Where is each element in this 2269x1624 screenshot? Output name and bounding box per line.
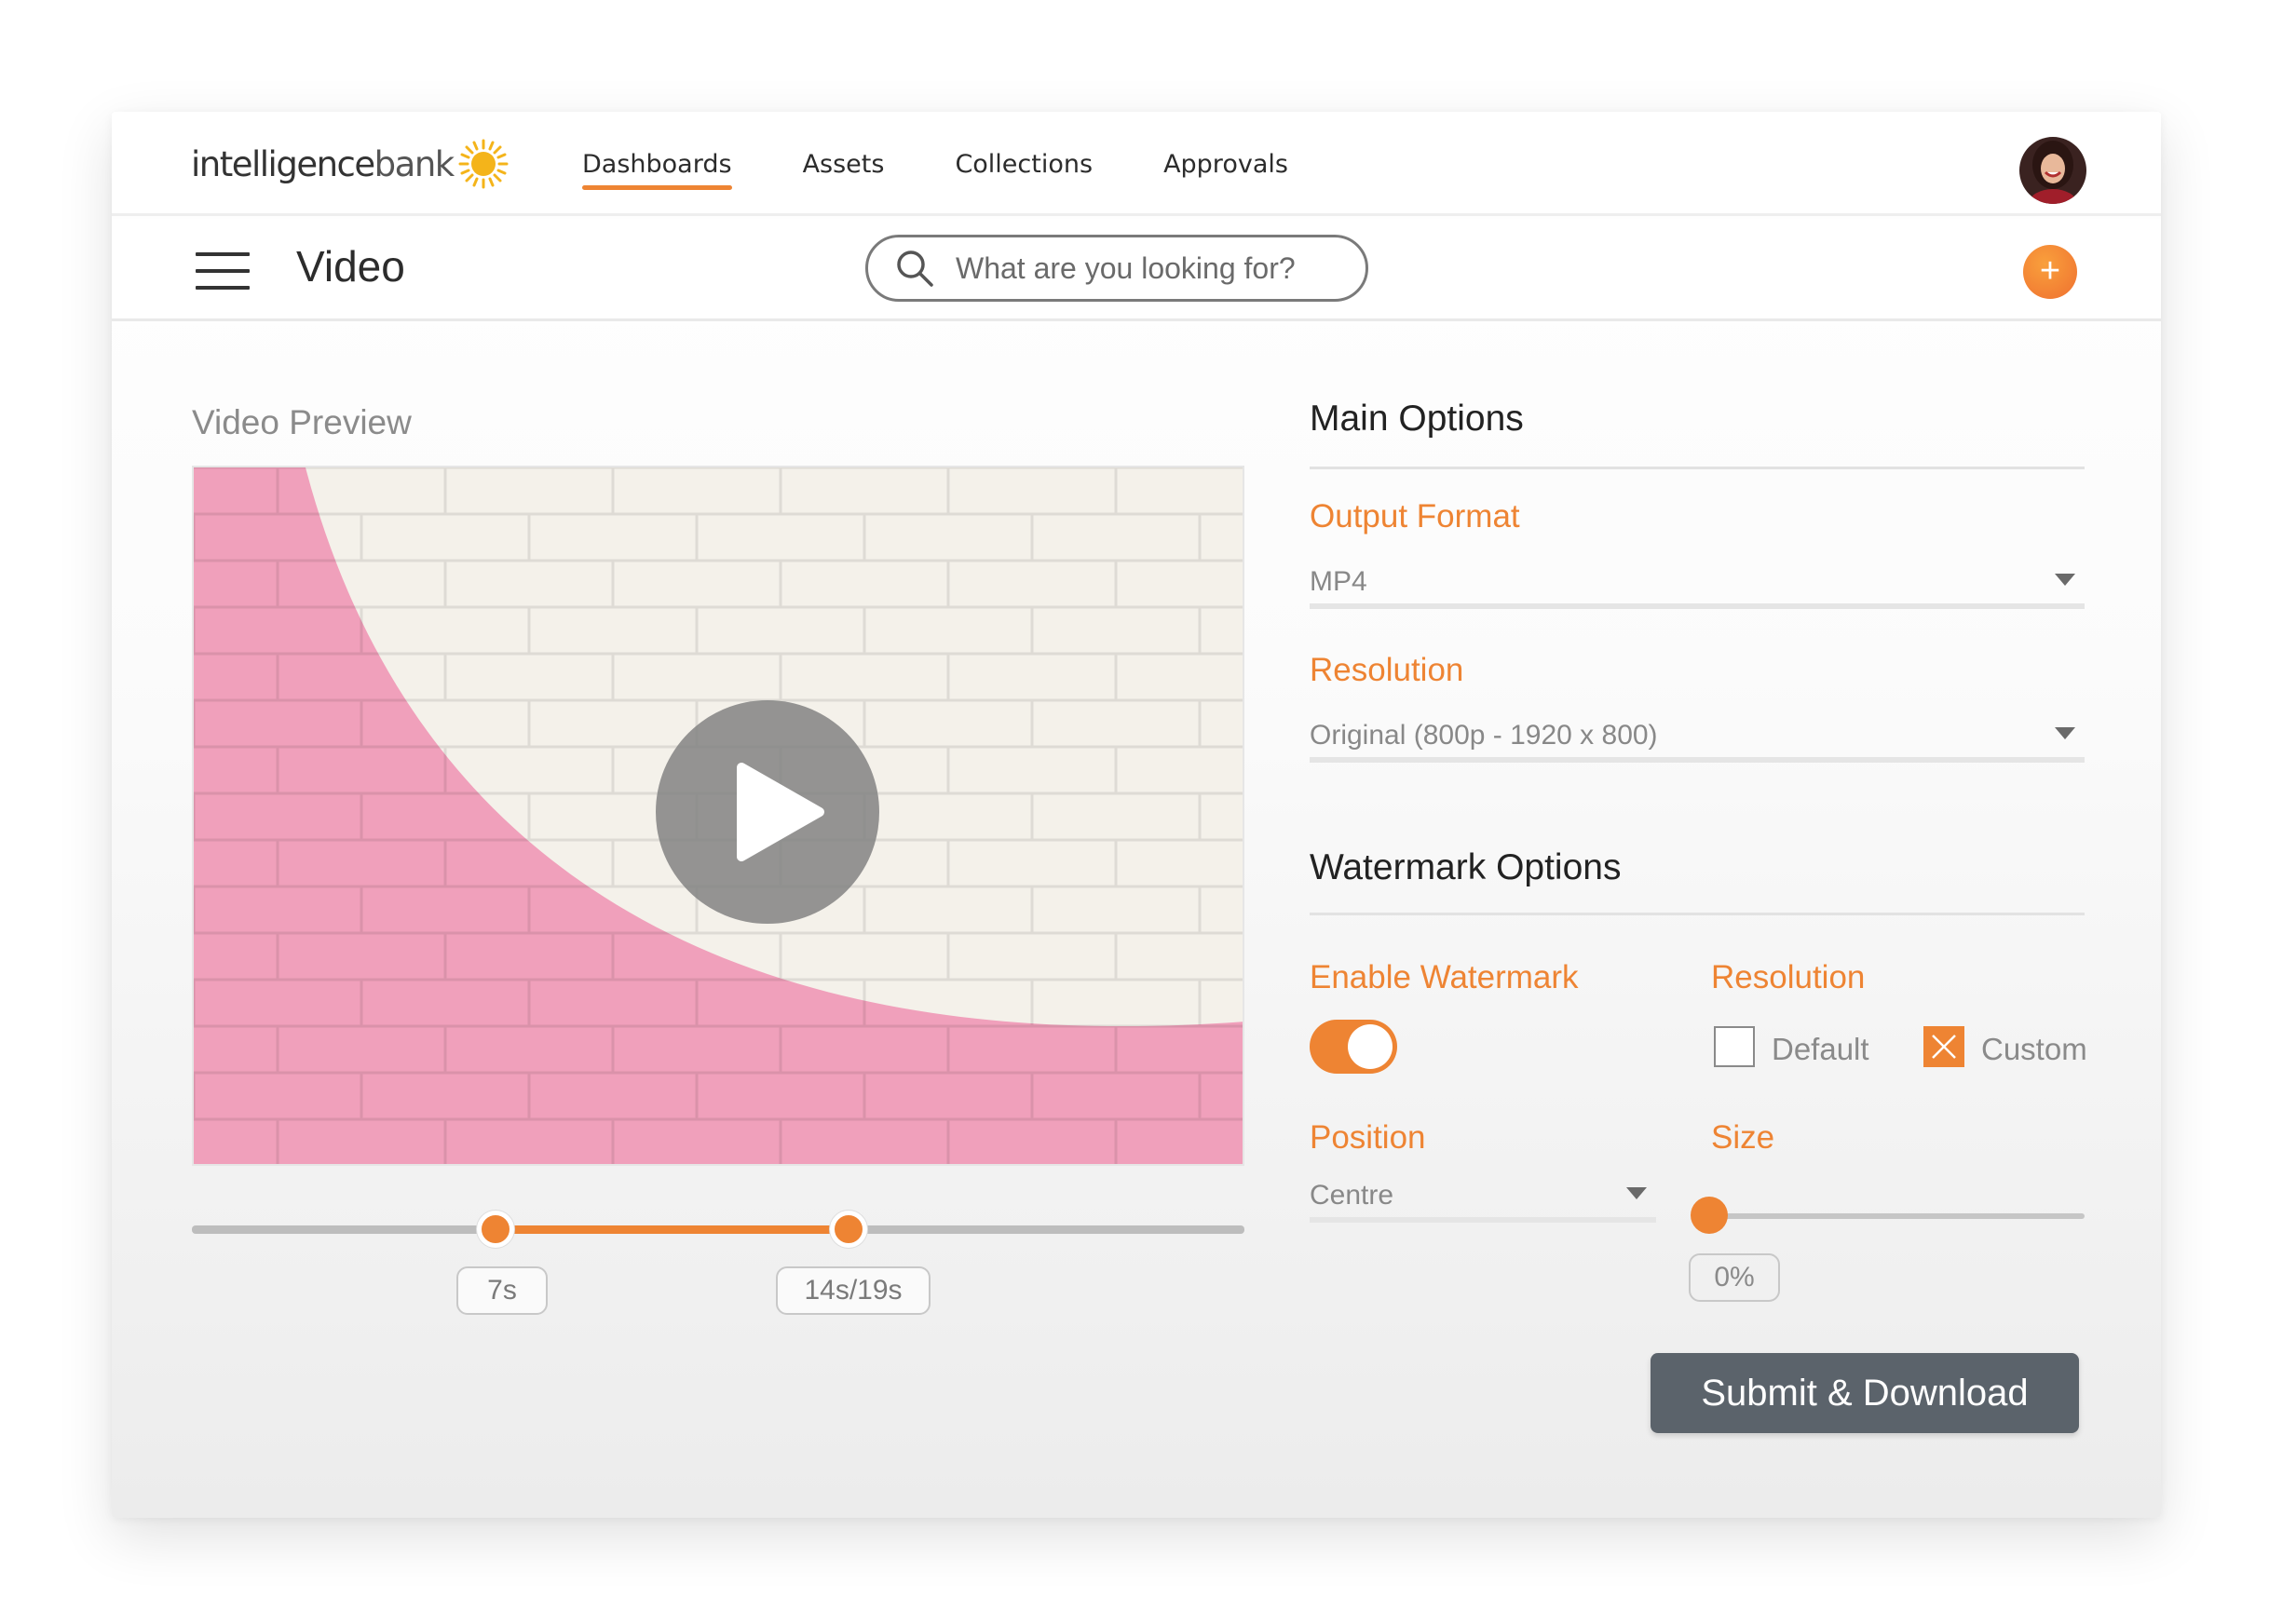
nav-item-assets[interactable]: Assets xyxy=(803,150,885,179)
play-icon xyxy=(737,763,824,861)
output-format-value: MP4 xyxy=(1310,566,1367,597)
search-icon xyxy=(897,250,933,287)
resolution-value: Original (800p - 1920 x 800) xyxy=(1310,720,1658,751)
user-avatar[interactable] xyxy=(2019,137,2086,204)
nav-links: Dashboards Assets Collections Approvals xyxy=(582,112,1359,216)
watermark-options-divider xyxy=(1310,913,2085,915)
app-window: intelligencebank Dashboards Assets Colle… xyxy=(112,112,2161,1518)
trim-slider-range xyxy=(514,1225,830,1234)
default-checkbox[interactable] xyxy=(1714,1026,1755,1067)
trim-start-handle[interactable] xyxy=(477,1211,515,1248)
search-box[interactable] xyxy=(865,235,1368,302)
default-checkbox-label: Default xyxy=(1772,1032,1869,1066)
chevron-down-icon xyxy=(2055,574,2075,586)
position-select[interactable]: Centre xyxy=(1310,1180,1656,1223)
submit-download-button[interactable]: Submit & Download xyxy=(1651,1353,2079,1433)
logo[interactable]: intelligencebank xyxy=(191,138,510,190)
plus-icon: + xyxy=(2039,251,2061,291)
search-input[interactable] xyxy=(956,250,1328,286)
chevron-down-icon xyxy=(1626,1187,1647,1199)
video-preview-label: Video Preview xyxy=(192,403,412,441)
trim-slider-track[interactable] xyxy=(192,1225,1244,1234)
toggle-knob xyxy=(1348,1024,1393,1069)
output-format-label: Output Format xyxy=(1310,498,1520,535)
add-button[interactable]: + xyxy=(2023,245,2077,299)
avatar-image xyxy=(2019,137,2086,204)
trim-end-handle[interactable] xyxy=(829,1211,867,1248)
watermark-resolution-label: Resolution xyxy=(1711,959,1866,995)
size-value-label: 0% xyxy=(1689,1253,1780,1302)
top-navigation: intelligencebank Dashboards Assets Colle… xyxy=(112,112,2161,216)
watermark-options-title: Watermark Options xyxy=(1310,847,1622,887)
position-value: Centre xyxy=(1310,1180,1394,1211)
nav-item-dashboards[interactable]: Dashboards xyxy=(582,150,732,190)
custom-checkbox[interactable] xyxy=(1923,1026,1964,1067)
main-options-title: Main Options xyxy=(1310,399,1524,439)
logo-text-light: bank xyxy=(374,143,455,184)
resolution-label: Resolution xyxy=(1310,652,1464,688)
page-title: Video xyxy=(296,242,405,291)
size-label: Size xyxy=(1711,1119,1775,1156)
trim-end-label: 14s/19s xyxy=(776,1266,931,1315)
size-slider-handle[interactable] xyxy=(1691,1197,1728,1234)
trim-start-label: 7s xyxy=(456,1266,548,1315)
custom-checkbox-label: Custom xyxy=(1981,1032,2087,1066)
enable-watermark-toggle[interactable] xyxy=(1310,1020,1397,1074)
main-options-divider xyxy=(1310,467,2085,469)
sun-logo-icon xyxy=(458,139,509,189)
nav-item-collections[interactable]: Collections xyxy=(955,150,1093,179)
logo-text: intelligencebank xyxy=(191,143,455,184)
output-format-select[interactable]: MP4 xyxy=(1310,566,2085,609)
video-preview[interactable] xyxy=(192,466,1244,1166)
logo-text-dark: intelligence xyxy=(191,143,375,184)
checkmark-x-icon xyxy=(1932,1035,1956,1059)
sub-header: Video + xyxy=(112,219,2161,321)
chevron-down-icon xyxy=(2055,727,2075,739)
nav-item-approvals[interactable]: Approvals xyxy=(1163,150,1288,179)
menu-icon[interactable] xyxy=(196,252,250,290)
play-button[interactable] xyxy=(656,700,879,924)
resolution-select[interactable]: Original (800p - 1920 x 800) xyxy=(1310,720,2085,763)
position-label: Position xyxy=(1310,1119,1426,1156)
size-slider-track[interactable] xyxy=(1712,1213,2085,1219)
enable-watermark-label: Enable Watermark xyxy=(1310,959,1579,995)
